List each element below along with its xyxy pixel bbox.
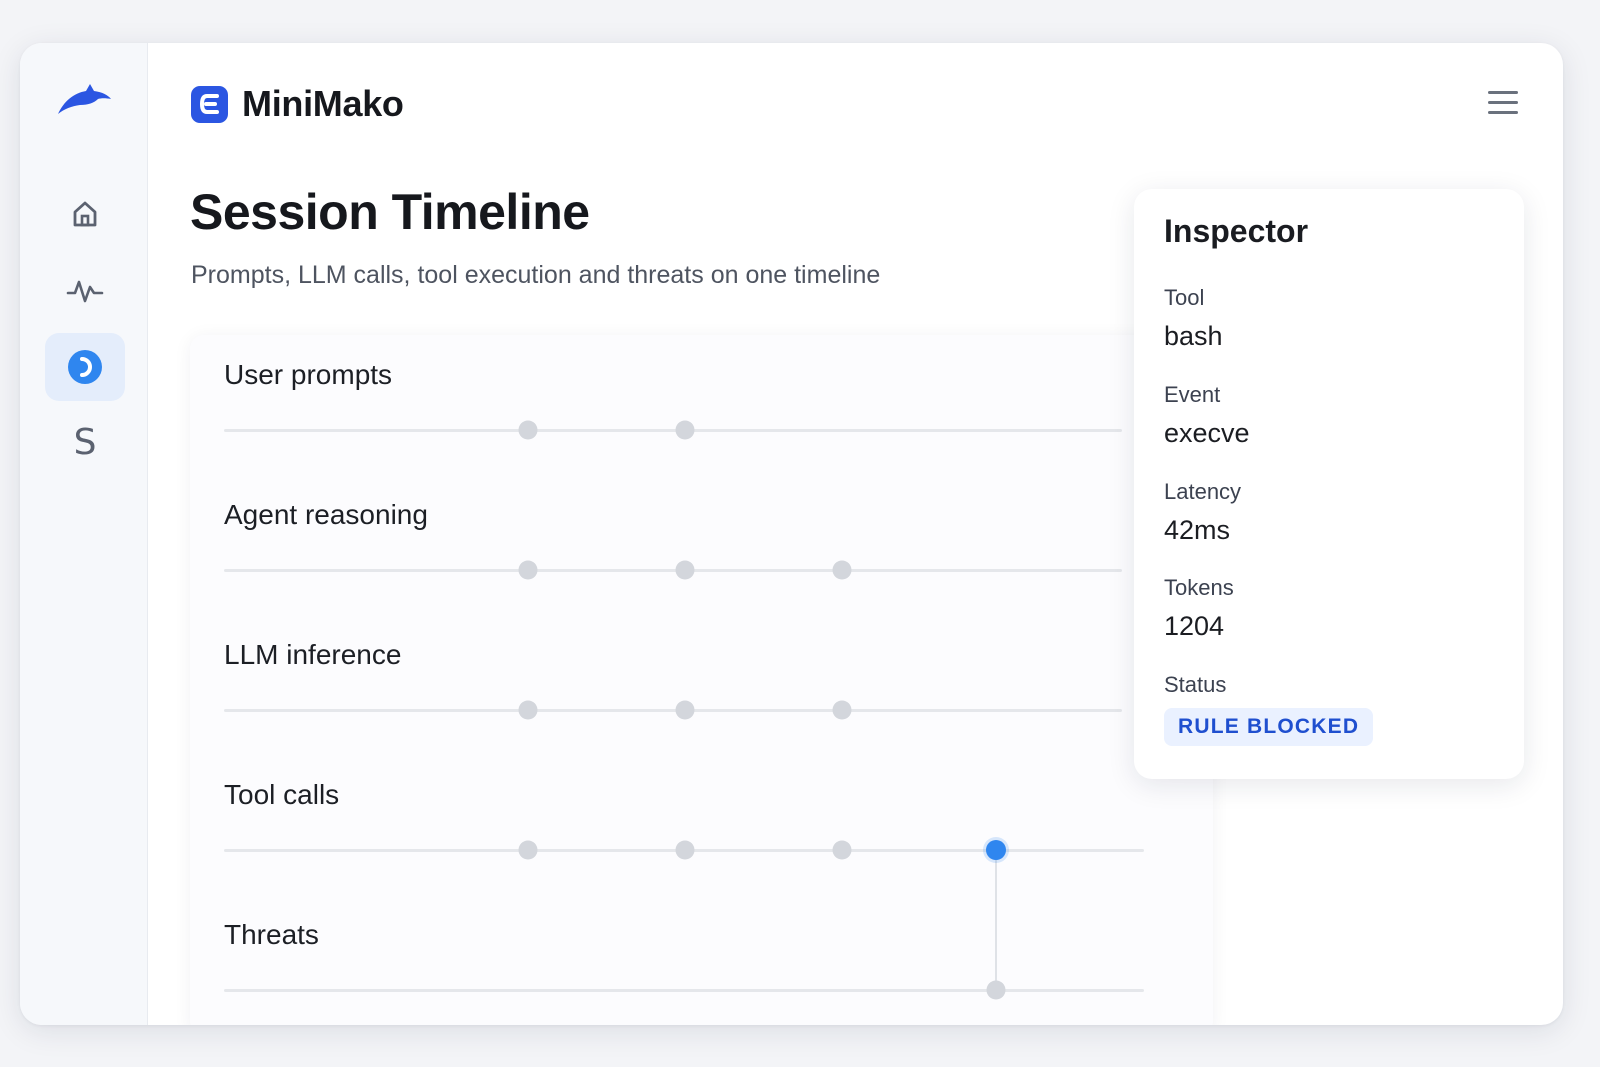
lane-track (224, 709, 1122, 712)
status-badge: RULE BLOCKED (1164, 708, 1374, 746)
lane-track (224, 569, 1122, 572)
page-title: Session Timeline (190, 184, 590, 240)
brand-logo-icon (191, 85, 228, 123)
lane-label: User prompts (224, 359, 393, 390)
timeline-event[interactable] (518, 560, 538, 580)
timeline-lane: Agent reasoning (190, 475, 1213, 615)
timeline-event-selected[interactable] (986, 840, 1006, 860)
timeline-event[interactable] (832, 560, 852, 580)
timeline-event[interactable] (518, 840, 538, 860)
nav-home[interactable] (45, 180, 125, 248)
lane-track (224, 429, 1122, 432)
menu-icon[interactable] (1488, 91, 1518, 115)
nav-timeline[interactable] (45, 333, 125, 401)
brand: MiniMako (191, 83, 404, 125)
timeline-icon (66, 348, 104, 386)
home-icon (69, 198, 101, 230)
timeline-event[interactable] (832, 700, 852, 720)
timeline-lane: Threats (190, 895, 1213, 1025)
timeline-event[interactable] (832, 840, 852, 860)
timeline-event[interactable] (986, 980, 1006, 1000)
app-window: S MiniMako Session Timeline Prompts, LLM… (20, 43, 1563, 1025)
activity-icon (66, 275, 104, 305)
field-label-tokens: Tokens (1164, 575, 1234, 600)
field-label-latency: Latency (1164, 479, 1242, 504)
timeline-event[interactable] (518, 700, 538, 720)
field-value-latency: 42ms (1164, 515, 1231, 545)
dolphin-logo-icon[interactable] (54, 81, 114, 121)
timeline-event[interactable] (518, 420, 538, 440)
lane-label: Threats (224, 919, 319, 950)
timeline-event[interactable] (675, 840, 695, 860)
timeline-lane: User prompts (190, 335, 1213, 475)
field-value-tokens: 1204 (1164, 611, 1225, 641)
field-value-tool: bash (1164, 321, 1223, 351)
sidebar: S (20, 43, 148, 1025)
lane-track (224, 989, 1144, 992)
timeline-lane: Tool calls (190, 755, 1213, 895)
inspector-title: Inspector (1164, 213, 1309, 249)
timeline-card: User prompts Agent reasoning LLM inference… (190, 335, 1213, 1025)
lane-label: Tool calls (224, 779, 340, 810)
lane-label: Agent reasoning (224, 499, 428, 530)
timeline-lane: LLM inference (190, 615, 1213, 755)
app-name: MiniMako (242, 83, 404, 124)
field-label-status: Status (1164, 672, 1227, 697)
field-label-event: Event (1164, 382, 1221, 407)
lane-label: LLM inference (224, 639, 402, 670)
timeline-event[interactable] (675, 560, 695, 580)
timeline-event[interactable] (675, 420, 695, 440)
page-subtitle: Prompts, LLM calls, tool execution and t… (191, 261, 881, 289)
timeline-event[interactable] (675, 700, 695, 720)
field-label-tool: Tool (1164, 285, 1205, 310)
field-value-event: execve (1164, 418, 1250, 448)
nav-s-label: S (73, 421, 97, 463)
inspector-panel: Inspector Tool bash Event execve Latency… (1134, 189, 1524, 779)
nav-activity[interactable] (45, 256, 125, 324)
nav-s[interactable]: S (45, 408, 125, 476)
